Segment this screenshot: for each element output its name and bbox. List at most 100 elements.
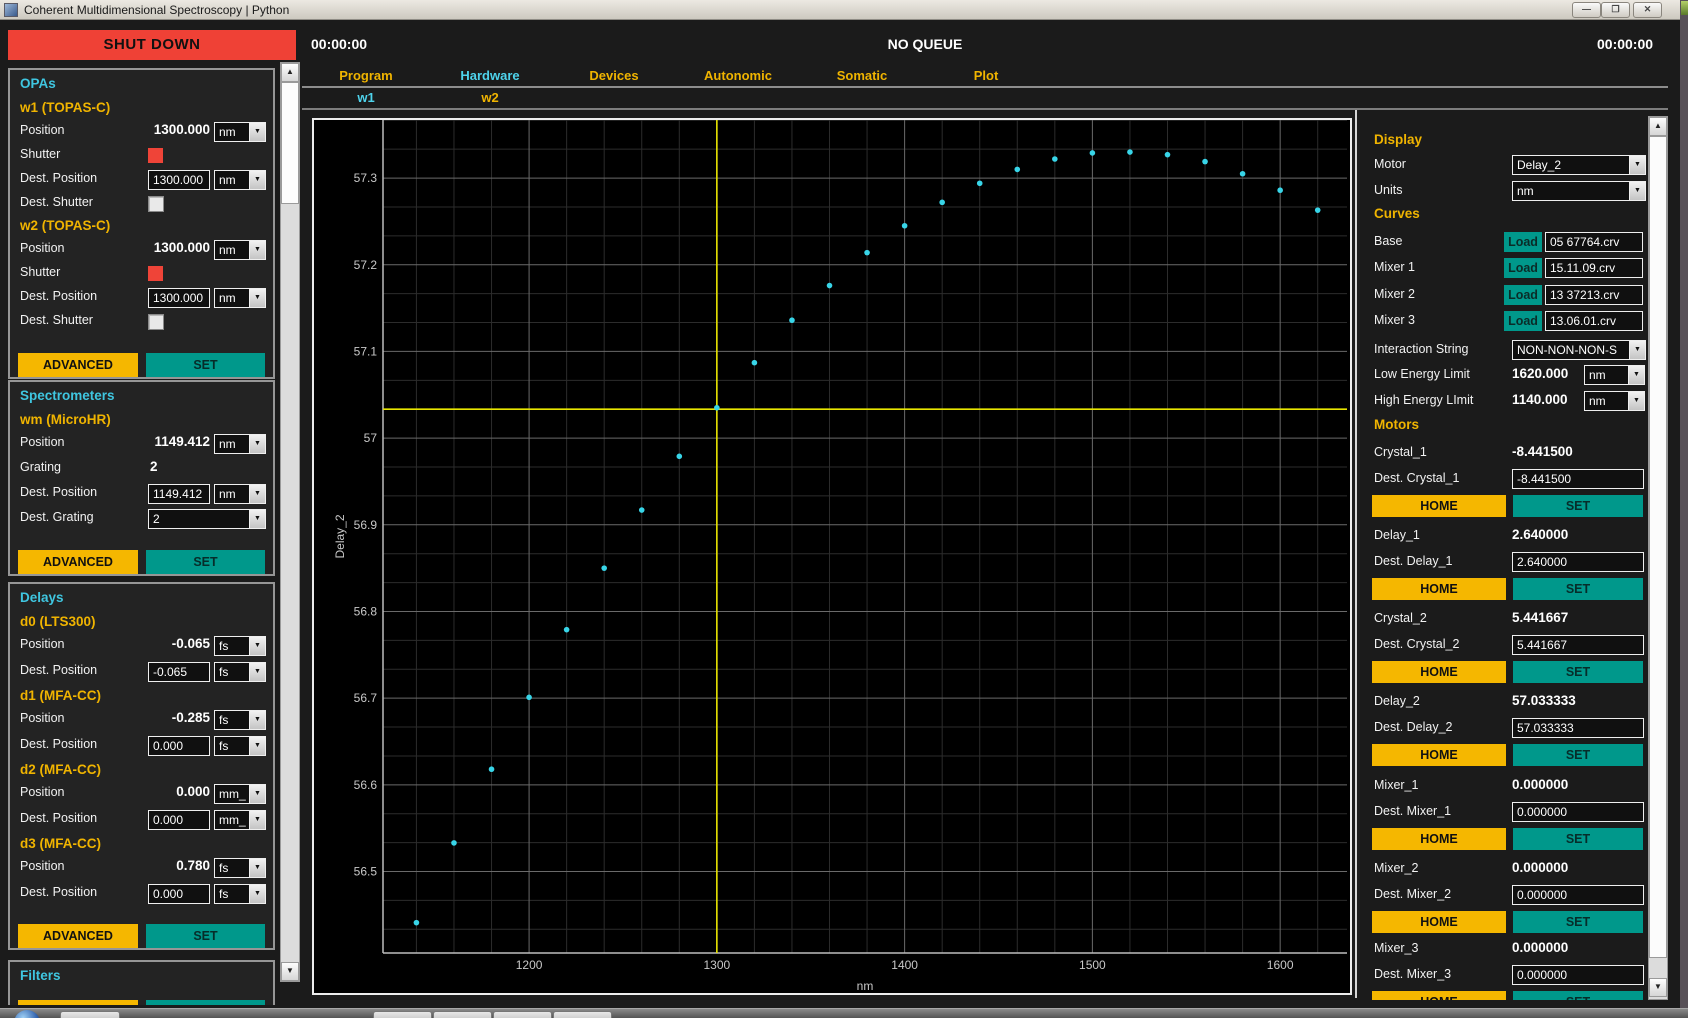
curve-file-input[interactable]: 13 37213.crv	[1545, 285, 1643, 305]
start-orb-icon[interactable]	[14, 1010, 40, 1018]
advanced-button[interactable]: ADVANCED	[18, 1000, 138, 1005]
scroll-down-icon[interactable]: ▼	[1649, 978, 1667, 997]
home-button[interactable]: HOME	[1372, 578, 1506, 600]
home-button[interactable]: HOME	[1372, 495, 1506, 517]
chevron-down-icon[interactable]: ▼	[1629, 341, 1645, 359]
advanced-button[interactable]: ADVANCED	[18, 550, 138, 574]
set-button[interactable]: SET	[1513, 578, 1643, 600]
load-curve-button[interactable]: Load	[1504, 232, 1542, 252]
unit-dropdown[interactable]: nm▼	[214, 240, 266, 260]
dest-motor-input[interactable]: 57.033333	[1512, 718, 1644, 738]
dest-motor-input[interactable]: 0.000000	[1512, 802, 1644, 822]
chevron-down-icon[interactable]: ▼	[249, 711, 265, 729]
chevron-down-icon[interactable]: ▼	[249, 785, 265, 803]
chevron-down-icon[interactable]: ▼	[249, 885, 265, 903]
tab-somatic[interactable]: Somatic	[800, 68, 924, 83]
dest-motor-input[interactable]: 5.441667	[1512, 635, 1644, 655]
chevron-down-icon[interactable]: ▼	[249, 123, 265, 141]
dest-motor-input[interactable]: 0.000000	[1512, 965, 1644, 985]
taskbar-button[interactable]	[373, 1011, 432, 1018]
set-button[interactable]: SET	[1513, 744, 1643, 766]
unit-dropdown[interactable]: nm▼	[1584, 391, 1645, 411]
windows-taskbar[interactable]	[0, 1008, 1688, 1018]
chevron-down-icon[interactable]: ▼	[249, 637, 265, 655]
unit-dropdown[interactable]: fs▼	[214, 636, 266, 656]
dest-position-input[interactable]: 1300.000	[148, 170, 210, 190]
title-bar[interactable]: Coherent Multidimensional Spectroscopy |…	[0, 0, 1680, 20]
chevron-down-icon[interactable]: ▼	[249, 737, 265, 755]
dest-position-input[interactable]: 1149.412	[148, 484, 210, 504]
units-dropdown[interactable]: nm▼	[1512, 181, 1646, 201]
curve-file-input[interactable]: 15.11.09.crv	[1545, 258, 1643, 278]
unit-dropdown[interactable]: fs▼	[214, 858, 266, 878]
unit-dropdown[interactable]: fs▼	[214, 884, 266, 904]
subtab-w1[interactable]: w1	[304, 90, 428, 105]
home-button[interactable]: HOME	[1372, 991, 1506, 1000]
chevron-down-icon[interactable]: ▼	[1629, 182, 1645, 200]
set-button[interactable]: SET	[1513, 828, 1643, 850]
scroll-up-icon[interactable]: ▲	[281, 63, 299, 82]
set-button[interactable]: SET	[146, 924, 265, 948]
home-button[interactable]: HOME	[1372, 661, 1506, 683]
unit-dropdown[interactable]: nm▼	[214, 288, 266, 308]
unit-dropdown[interactable]: fs▼	[214, 710, 266, 730]
dest-grating-dropdown[interactable]: 2▼	[148, 509, 266, 529]
dest-position-input[interactable]: -0.065	[148, 662, 210, 682]
dest-shutter-checkbox[interactable]	[148, 314, 164, 330]
tab-plot[interactable]: Plot	[924, 68, 1048, 83]
dest-motor-input[interactable]: -8.441500	[1512, 469, 1644, 489]
home-button[interactable]: HOME	[1372, 744, 1506, 766]
taskbar-button[interactable]	[553, 1011, 612, 1018]
unit-dropdown[interactable]: fs▼	[214, 736, 266, 756]
chevron-down-icon[interactable]: ▼	[249, 171, 265, 189]
unit-dropdown[interactable]: nm▼	[214, 170, 266, 190]
scroll-up-icon[interactable]: ▲	[1649, 117, 1667, 136]
chevron-down-icon[interactable]: ▼	[249, 663, 265, 681]
tab-devices[interactable]: Devices	[552, 68, 676, 83]
load-curve-button[interactable]: Load	[1504, 285, 1542, 305]
set-button[interactable]: SET	[1513, 495, 1643, 517]
subtab-w2[interactable]: w2	[428, 90, 552, 105]
taskbar-button[interactable]	[433, 1011, 492, 1018]
tab-hardware[interactable]: Hardware	[428, 68, 552, 83]
chevron-down-icon[interactable]: ▼	[249, 510, 265, 528]
curve-file-input[interactable]: 05 67764.crv	[1545, 232, 1643, 252]
chevron-down-icon[interactable]: ▼	[249, 241, 265, 259]
chevron-down-icon[interactable]: ▼	[249, 289, 265, 307]
right-panel-scrollbar[interactable]: ▲ ▼	[1648, 116, 1668, 1000]
chevron-down-icon[interactable]: ▼	[1628, 392, 1644, 410]
dest-motor-input[interactable]: 2.640000	[1512, 552, 1644, 572]
dest-position-input[interactable]: 0.000	[148, 736, 210, 756]
set-button[interactable]: SET	[1513, 911, 1643, 933]
taskbar-button[interactable]	[493, 1011, 552, 1018]
set-button[interactable]: SET	[146, 550, 265, 574]
chevron-down-icon[interactable]: ▼	[249, 485, 265, 503]
chevron-down-icon[interactable]: ▼	[249, 435, 265, 453]
advanced-button[interactable]: ADVANCED	[18, 353, 138, 377]
set-button[interactable]: SET	[1513, 991, 1643, 1000]
close-button[interactable]: ✕	[1633, 2, 1662, 18]
right-scrollbar-thumb[interactable]	[1649, 136, 1667, 958]
restore-button[interactable]: ❐	[1601, 2, 1630, 18]
delay-curve-plot[interactable]: 1200130014001500160056.556.656.756.856.9…	[312, 118, 1352, 995]
home-button[interactable]: HOME	[1372, 828, 1506, 850]
dest-position-input[interactable]: 0.000	[148, 810, 210, 830]
motor-dropdown[interactable]: Delay_2▼	[1512, 155, 1646, 175]
plot-canvas[interactable]: 1200130014001500160056.556.656.756.856.9…	[314, 120, 1350, 993]
home-button[interactable]: HOME	[1372, 911, 1506, 933]
unit-dropdown[interactable]: nm▼	[214, 484, 266, 504]
set-button[interactable]: SET	[146, 1000, 265, 1005]
load-curve-button[interactable]: Load	[1504, 258, 1542, 278]
chevron-down-icon[interactable]: ▼	[249, 859, 265, 877]
unit-dropdown[interactable]: mm_▼	[214, 784, 266, 804]
tab-autonomic[interactable]: Autonomic	[676, 68, 800, 83]
scroll-down-icon[interactable]: ▼	[281, 962, 299, 981]
chevron-down-icon[interactable]: ▼	[1629, 156, 1645, 174]
advanced-button[interactable]: ADVANCED	[18, 924, 138, 948]
tab-program[interactable]: Program	[304, 68, 428, 83]
interaction-string-dropdown[interactable]: NON-NON-NON-S▼	[1512, 340, 1646, 360]
load-curve-button[interactable]: Load	[1504, 311, 1542, 331]
chevron-down-icon[interactable]: ▼	[249, 811, 265, 829]
left-scrollbar-thumb[interactable]	[281, 82, 299, 204]
dest-shutter-checkbox[interactable]	[148, 196, 164, 212]
